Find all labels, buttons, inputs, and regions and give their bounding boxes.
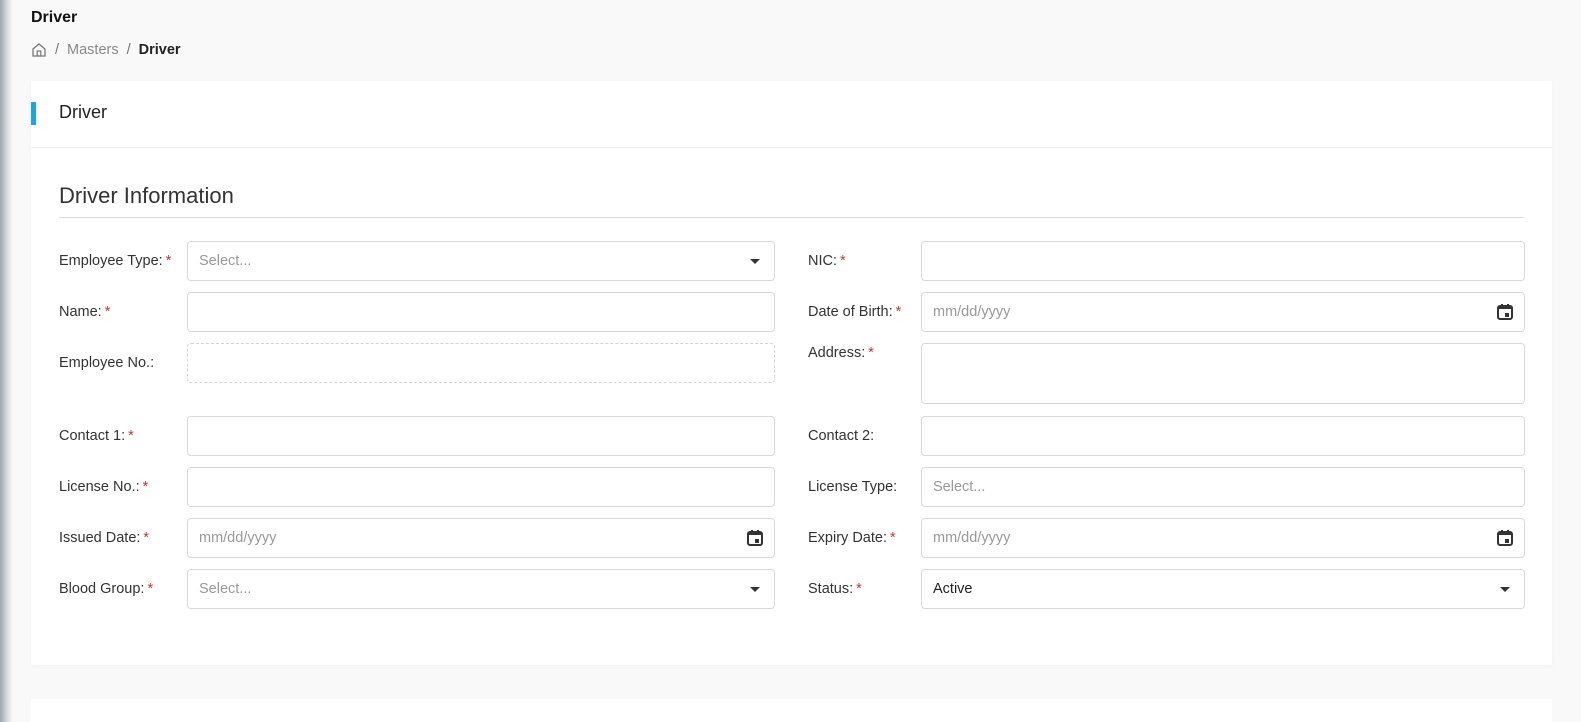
employee-type-select[interactable]: Select...	[187, 241, 775, 281]
chevron-down-icon	[1500, 587, 1510, 592]
breadcrumb-separator: /	[126, 42, 131, 58]
nic-input[interactable]	[921, 241, 1525, 281]
employee-type-label: Employee Type: *	[59, 253, 172, 269]
contact2-input[interactable]	[921, 416, 1525, 456]
license-type-label: License Type:	[808, 479, 898, 495]
license-type-select[interactable]: Select...	[921, 467, 1525, 507]
card-accent-bar	[31, 102, 36, 125]
driver-card: Driver Driver Information Employee Type:…	[31, 81, 1552, 665]
expiry-date-input[interactable]: mm/dd/yyyy	[921, 518, 1525, 558]
blood-group-select[interactable]: Select...	[187, 569, 775, 609]
issued-date-input[interactable]: mm/dd/yyyy	[187, 518, 775, 558]
calendar-icon[interactable]	[1496, 303, 1514, 321]
section-divider	[59, 217, 1524, 218]
calendar-icon[interactable]	[1496, 529, 1514, 547]
blood-group-placeholder: Select...	[199, 581, 252, 597]
name-label: Name: *	[59, 304, 111, 320]
license-type-placeholder: Select...	[933, 479, 986, 495]
employee-no-input	[187, 343, 775, 383]
calendar-icon[interactable]	[746, 529, 764, 547]
status-label: Status: *	[808, 581, 862, 597]
card-header: Driver	[31, 81, 1552, 148]
chevron-down-icon	[750, 259, 760, 264]
date-of-birth-label: Date of Birth: *	[808, 304, 902, 320]
status-value: Active	[933, 581, 973, 597]
issued-date-placeholder: mm/dd/yyyy	[199, 530, 277, 546]
employee-type-placeholder: Select...	[199, 253, 252, 269]
name-input[interactable]	[187, 292, 775, 332]
contact2-label: Contact 2:	[808, 428, 875, 444]
breadcrumb: / Masters / Driver	[31, 42, 181, 58]
date-of-birth-input[interactable]: mm/dd/yyyy	[921, 292, 1525, 332]
breadcrumb-current: Driver	[138, 42, 181, 58]
breadcrumb-masters[interactable]: Masters	[67, 42, 119, 58]
date-of-birth-placeholder: mm/dd/yyyy	[933, 304, 1011, 320]
contact1-label: Contact 1: *	[59, 428, 134, 444]
expiry-date-label: Expiry Date: *	[808, 530, 896, 546]
card-title: Driver	[59, 102, 107, 122]
home-icon[interactable]	[31, 42, 47, 58]
address-textarea[interactable]	[921, 343, 1525, 404]
page-title: Driver	[31, 9, 78, 26]
sidebar-edge	[0, 0, 12, 722]
contact1-input[interactable]	[187, 416, 775, 456]
expiry-date-placeholder: mm/dd/yyyy	[933, 530, 1011, 546]
license-no-label: License No.: *	[59, 479, 149, 495]
next-card	[31, 699, 1552, 722]
chevron-down-icon	[750, 587, 760, 592]
nic-label: NIC: *	[808, 253, 846, 269]
blood-group-label: Blood Group: *	[59, 581, 154, 597]
license-no-input[interactable]	[187, 467, 775, 507]
section-title: Driver Information	[59, 183, 234, 208]
employee-no-label: Employee No.:	[59, 355, 155, 371]
status-select[interactable]: Active	[921, 569, 1525, 609]
issued-date-label: Issued Date: *	[59, 530, 150, 546]
address-label: Address: *	[808, 345, 874, 361]
breadcrumb-separator: /	[55, 42, 60, 58]
